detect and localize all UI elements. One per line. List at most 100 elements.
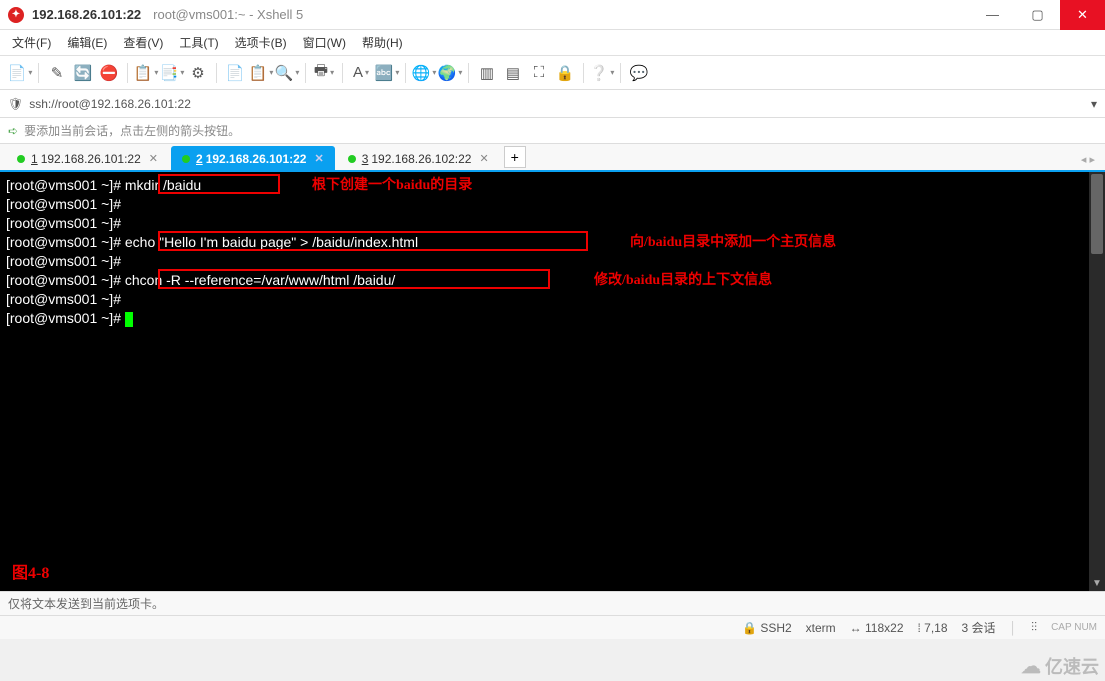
menu-bar: 文件(F) 编辑(E) 查看(V) 工具(T) 选项卡(B) 窗口(W) 帮助(H) [0,30,1105,56]
terminal-line: [root@vms001 ~]# chcon -R --reference=/v… [6,271,1099,290]
title-bar: ✦ 192.168.26.101:22 root@vms001:~ - Xshe… [0,0,1105,30]
scrollbar[interactable]: ▲ ▼ [1089,172,1105,591]
toolbar-separator [216,63,217,83]
hint-bar: ➪ 要添加当前会话，点击左侧的箭头按钮。 [0,118,1105,144]
toolbar: 📄✎🔄⛔📋📑⚙📄📋🔍🖶A🔤🌐🌍▥▤⛶🔒❔💬 [0,56,1105,90]
minimize-button[interactable]: — [970,0,1015,30]
status-bar: 🔒 SSH2 xterm ↔ 118x22 ⁞ 7,18 3 会话 │ ⫶⫶ C… [0,615,1105,639]
app-icon: ✦ [8,7,24,23]
address-text: ssh://root@192.168.26.101:22 [29,97,191,111]
window-controls: — ▢ ✕ [970,0,1105,30]
status-sep: │ [1010,621,1018,635]
transfer-icon[interactable]: 📑 [160,61,184,85]
hint-text: 要添加当前会话，点击左侧的箭头按钮。 [24,122,240,139]
terminal-line: [root@vms001 ~]# [6,309,1099,328]
cursor [125,312,133,327]
print-icon[interactable]: 🖶 [312,61,336,85]
watermark-icon: ☁ [1021,654,1041,679]
toolbar-separator [468,63,469,83]
hint-arrow-icon[interactable]: ➪ [8,124,18,138]
terminal-line: [root@vms001 ~]# [6,214,1099,233]
toolbar-separator [405,63,406,83]
status-size: ↔ 118x22 [850,621,904,635]
disconnect-icon[interactable]: ⛔ [97,61,121,85]
tab-bar: 1 192.168.26.101:22 ✕ 2 192.168.26.101:22 ✕… [0,144,1105,172]
feedback-icon[interactable]: 💬 [627,61,651,85]
close-button[interactable]: ✕ [1060,0,1105,30]
status-term: xterm [806,621,836,635]
terminal-line: [root@vms001 ~]# mkdir /baidu [6,176,1099,195]
terminal-line: [root@vms001 ~]# [6,195,1099,214]
toolbar-separator [583,63,584,83]
fullscreen-icon[interactable]: ⛶ [527,61,551,85]
terminal-line: [root@vms001 ~]# [6,290,1099,309]
toolbar-separator [38,63,39,83]
scroll-down-icon[interactable]: ▼ [1089,575,1105,591]
toolbar-separator [305,63,306,83]
properties-icon[interactable]: ⚙ [186,61,210,85]
footer-message-bar: 仅将文本发送到当前选项卡。 [0,591,1105,615]
watermark-text: 亿速云 [1045,653,1099,679]
tab-close-icon[interactable]: ✕ [479,152,488,165]
panel2-icon[interactable]: ▤ [501,61,525,85]
status-ssh: 🔒 SSH2 [742,621,792,635]
scroll-thumb[interactable] [1091,174,1103,254]
status-dot-icon [182,155,190,163]
tab-number: 3 [362,152,369,166]
tab-label: 192.168.26.102:22 [371,152,471,166]
status-grip-icon[interactable]: ⫶⫶ [1031,620,1037,635]
cap-indicator: CAP NUM [1051,622,1097,633]
toolbar-separator [342,63,343,83]
new-session-icon[interactable]: 📄 [8,61,32,85]
menu-item-0[interactable]: 文件(F) [12,34,51,51]
lock-icon[interactable]: 🔒 [553,61,577,85]
tab-close-icon[interactable]: ✕ [149,152,158,165]
terminal-line: [root@vms001 ~]# [6,252,1099,271]
add-tab-button[interactable]: + [504,146,526,168]
globe2-icon[interactable]: 🌍 [438,61,462,85]
tab-close-icon[interactable]: ✕ [314,152,323,165]
terminal[interactable]: [root@vms001 ~]# mkdir /baidu[root@vms00… [0,172,1105,591]
font-color-icon[interactable]: A [349,61,373,85]
lock-icon: 🛡 [8,97,23,111]
status-sessions: 3 会话 [962,619,996,636]
menu-item-3[interactable]: 工具(T) [179,34,218,51]
tab-label: 192.168.26.101:22 [206,152,307,166]
tab-1[interactable]: 1 192.168.26.101:22 ✕ [6,146,169,170]
menu-item-1[interactable]: 编辑(E) [67,34,107,51]
watermark: ☁ 亿速云 [1021,653,1099,679]
menu-item-4[interactable]: 选项卡(B) [235,34,287,51]
status-dot-icon [348,155,356,163]
globe-icon[interactable]: 🌐 [412,61,436,85]
zoom-icon[interactable]: 🔤 [375,61,399,85]
menu-item-5[interactable]: 窗口(W) [303,34,346,51]
copy-icon[interactable]: 📄 [223,61,247,85]
edit-icon[interactable]: ✎ [45,61,69,85]
terminal-line: [root@vms001 ~]# echo "Hello I'm baidu p… [6,233,1099,252]
find-icon[interactable]: 🔍 [275,61,299,85]
figure-label: 图4-8 [12,564,49,583]
window-title-sub: root@vms001:~ - Xshell 5 [153,7,303,22]
tab-3[interactable]: 3 192.168.26.102:22 ✕ [337,146,500,170]
footer-message: 仅将文本发送到当前选项卡。 [8,595,164,612]
window-title-main: 192.168.26.101:22 [32,7,141,22]
maximize-button[interactable]: ▢ [1015,0,1060,30]
tab-number: 2 [196,152,203,166]
toolbar-separator [127,63,128,83]
menu-item-6[interactable]: 帮助(H) [362,34,403,51]
status-dot-icon [17,155,25,163]
tab-2[interactable]: 2 192.168.26.101:22 ✕ [171,146,335,170]
toolbar-separator [620,63,621,83]
address-bar[interactable]: 🛡 ssh://root@192.168.26.101:22 ▾ [0,90,1105,118]
tab-label: 192.168.26.101:22 [41,152,141,166]
reconnect-icon[interactable]: 🔄 [71,61,95,85]
file-transfer-icon[interactable]: 📋 [134,61,158,85]
tab-number: 1 [31,152,38,166]
panel-icon[interactable]: ▥ [475,61,499,85]
paste-icon[interactable]: 📋 [249,61,273,85]
address-menu-icon[interactable]: ▾ [1091,97,1097,111]
status-pos: ⁞ 7,18 [918,621,948,635]
menu-item-2[interactable]: 查看(V) [123,34,163,51]
help-icon[interactable]: ❔ [590,61,614,85]
tab-nav-arrows[interactable]: ◂ ▸ [1081,153,1099,166]
